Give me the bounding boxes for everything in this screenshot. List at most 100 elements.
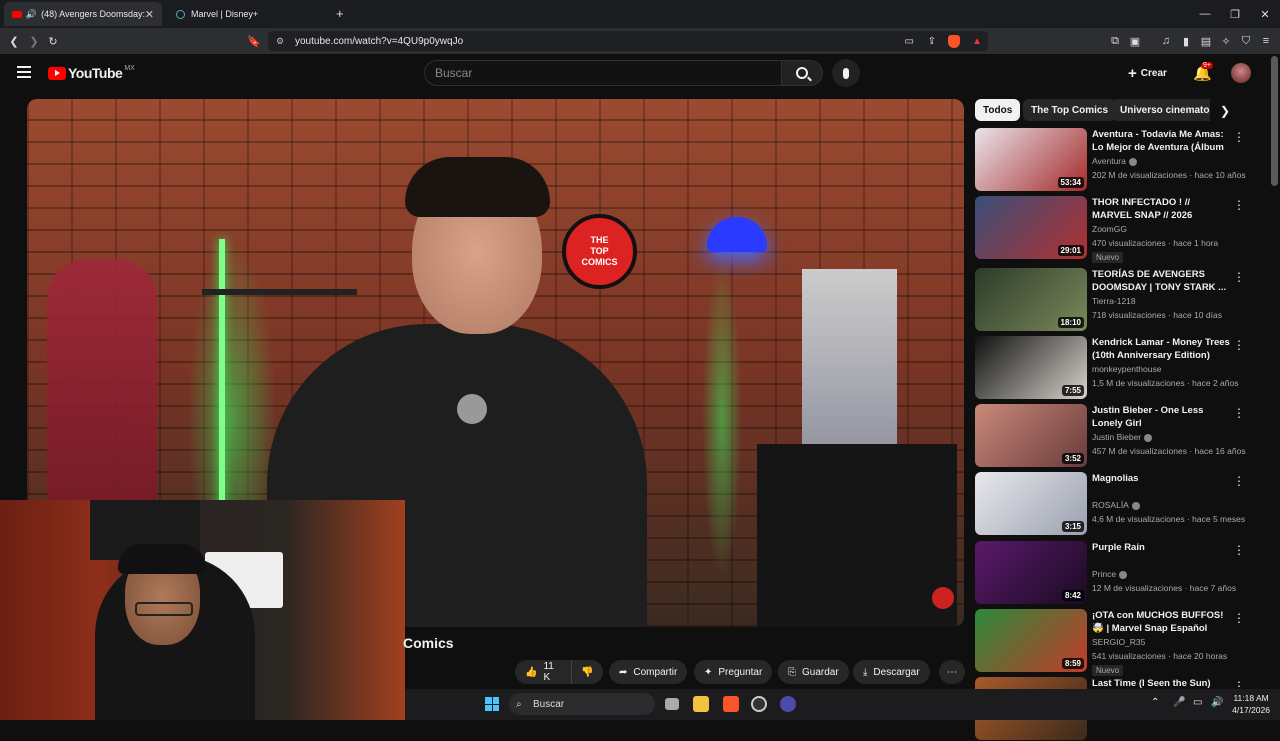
minimize-icon[interactable]: —: [1188, 0, 1222, 28]
brave-shield-icon[interactable]: [948, 34, 960, 48]
tray-chevron-icon[interactable]: ⌃: [1151, 697, 1159, 708]
recommendation-title[interactable]: Kendrick Lamar - Money Trees (10th Anniv…: [1092, 336, 1232, 362]
wallet-icon[interactable]: ▣: [1127, 33, 1143, 49]
search-input[interactable]: Buscar: [424, 60, 782, 86]
menu-icon[interactable]: ≡: [1258, 33, 1274, 49]
more-vertical-icon[interactable]: ⋮: [1233, 338, 1245, 352]
save-button[interactable]: ⎘ Guardar: [778, 660, 849, 684]
tab-disney[interactable]: Marvel | Disney+: [168, 2, 326, 26]
forward-icon[interactable]: ❯: [26, 33, 42, 49]
recommendation-channel[interactable]: Justin Bieber: [1092, 432, 1153, 442]
video-thumbnail[interactable]: 7:55: [975, 336, 1087, 399]
sidebar-icon[interactable]: ▮: [1178, 33, 1194, 49]
tray-mic-icon[interactable]: 🎤: [1173, 697, 1185, 708]
chip-todos[interactable]: Todos: [975, 99, 1021, 121]
video-thumbnail[interactable]: 8:59: [975, 609, 1087, 672]
brave-browser-icon[interactable]: [723, 696, 739, 712]
recommendation-title[interactable]: TEORÍAS DE AVENGERS DOOMSDAY | TONY STAR…: [1092, 268, 1232, 294]
recommendation-title[interactable]: THOR INFECTADO ! // MARVEL SNAP // 2026: [1092, 196, 1232, 222]
leo-ai-icon[interactable]: ✧: [1218, 33, 1234, 49]
recommendation-channel[interactable]: Tierra-1218: [1092, 296, 1136, 306]
avatar[interactable]: [1231, 63, 1251, 83]
video-thumbnail[interactable]: 3:15: [975, 472, 1087, 535]
recommendation-title[interactable]: ¡OTA con MUCHOS BUFFOS! 🤯 | Marvel Snap …: [1092, 609, 1232, 635]
video-thumbnail[interactable]: 29:01: [975, 196, 1087, 259]
more-actions-button[interactable]: ⋯: [939, 660, 965, 684]
recommendation-title[interactable]: Purple Rain: [1092, 541, 1232, 554]
file-explorer-icon[interactable]: [693, 696, 709, 712]
tray-volume-icon[interactable]: 🔊: [1211, 697, 1223, 708]
like-button[interactable]: 👍 11 K: [515, 660, 571, 684]
more-vertical-icon[interactable]: ⋮: [1233, 198, 1245, 212]
brave-rewards-icon[interactable]: ▲: [972, 36, 982, 47]
more-vertical-icon[interactable]: ⋮: [1233, 130, 1245, 144]
video-thumbnail[interactable]: 18:10: [975, 268, 1087, 331]
recommendation-item[interactable]: 7:55 Kendrick Lamar - Money Trees (10th A…: [975, 336, 1265, 400]
more-vertical-icon[interactable]: ⋮: [1233, 406, 1245, 420]
video-thumbnail[interactable]: 8:42: [975, 541, 1087, 604]
recommendation-channel[interactable]: Prince: [1092, 569, 1128, 579]
bookmark-icon[interactable]: 🔖: [246, 33, 262, 49]
dislike-button[interactable]: 👎: [571, 660, 603, 684]
music-icon[interactable]: ♫: [1158, 33, 1174, 49]
system-clock[interactable]: 11:18 AM 4/17/2026: [1232, 692, 1270, 716]
voice-search-button[interactable]: [832, 59, 860, 87]
more-vertical-icon[interactable]: ⋮: [1233, 543, 1245, 557]
sparkle-icon: ✦: [704, 666, 713, 678]
recommendation-channel[interactable]: ROSALÍA: [1092, 500, 1140, 510]
cast-icon[interactable]: ▭: [905, 36, 914, 47]
more-vertical-icon[interactable]: ⋮: [1233, 270, 1245, 284]
create-button[interactable]: + Crear: [1128, 65, 1167, 82]
download-label: Descargar: [873, 666, 920, 678]
task-view-icon[interactable]: [665, 698, 679, 710]
recommendation-channel[interactable]: Aventura: [1092, 156, 1137, 166]
video-thumbnail[interactable]: 3:52: [975, 404, 1087, 467]
recommendation-channel[interactable]: monkeypenthouse: [1092, 364, 1161, 374]
wallet2-icon[interactable]: ▤: [1198, 33, 1214, 49]
tab-youtube[interactable]: 🔊 (48) Avengers Doomsday: NU... ✕: [4, 2, 162, 26]
share-page-icon[interactable]: ⇪: [928, 36, 936, 47]
hamburger-menu-icon[interactable]: [17, 66, 31, 78]
scrollbar[interactable]: [1271, 56, 1278, 186]
back-icon[interactable]: ❮: [6, 33, 22, 49]
new-tab-button[interactable]: +: [336, 6, 344, 21]
share-button[interactable]: ➦ Compartir: [609, 660, 688, 684]
more-vertical-icon[interactable]: ⋮: [1233, 474, 1245, 488]
notifications-button[interactable]: 🔔 9+: [1193, 62, 1213, 83]
search-button[interactable]: [781, 60, 823, 86]
youtube-logo[interactable]: YouTube MX: [48, 65, 135, 81]
recommendation-channel[interactable]: ZoomGG: [1092, 224, 1127, 234]
recommendation-title[interactable]: Justin Bieber - One Less Lonely Girl: [1092, 404, 1232, 430]
reload-icon[interactable]: ↻: [45, 33, 61, 49]
address-bar[interactable]: ⚙ youtube.com/watch?v=4QU9p0ywqJo ▭ ⇪ ▲: [268, 31, 988, 51]
lamp-pole-glow: [702, 259, 742, 579]
recommendation-channel[interactable]: SERGIO_R35: [1092, 637, 1145, 647]
chip-the-top-comics[interactable]: The Top Comics: [1023, 99, 1117, 121]
close-tab-icon[interactable]: ✕: [145, 8, 154, 21]
download-button[interactable]: ⤓ Descargar: [853, 660, 930, 684]
obs-icon[interactable]: [751, 696, 767, 712]
arrow-app-icon[interactable]: [780, 696, 796, 712]
recommendation-item[interactable]: 29:01 THOR INFECTADO ! // MARVEL SNAP // …: [975, 196, 1265, 263]
recommendation-item[interactable]: 8:59 ¡OTA con MUCHOS BUFFOS! 🤯 | Marvel S…: [975, 609, 1265, 676]
ask-button[interactable]: ✦ Preguntar: [694, 660, 773, 684]
chevron-right-icon[interactable]: ❯: [1220, 104, 1230, 118]
close-window-icon[interactable]: ✕: [1248, 0, 1280, 28]
windows-start-icon[interactable]: [485, 697, 499, 711]
extensions-icon[interactable]: ⧉: [1107, 33, 1123, 49]
recommendation-item[interactable]: 8:42 Purple Rain Prince 12 M de visualizaci…: [975, 541, 1265, 605]
recommendation-item[interactable]: 18:10 TEORÍAS DE AVENGERS DOOMSDAY | TONY…: [975, 268, 1265, 332]
chip-universo[interactable]: Universo cinematogr...: [1112, 99, 1210, 121]
recommendation-item[interactable]: 3:15 Magnolias ROSALÍA 4,6 M de visualizaci…: [975, 472, 1265, 536]
site-info-icon[interactable]: ⚙: [276, 36, 284, 47]
recommendation-title[interactable]: Aventura - Todavía Me Amas: Lo Mejor de …: [1092, 128, 1232, 155]
recommendation-item[interactable]: 53:34 Aventura - Todavía Me Amas: Lo Mejo…: [975, 128, 1265, 192]
restore-icon[interactable]: ❐: [1218, 0, 1252, 28]
recommendation-item[interactable]: 3:52 Justin Bieber - One Less Lonely Girl…: [975, 404, 1265, 468]
vpn-icon[interactable]: ⛉: [1238, 33, 1254, 49]
more-vertical-icon[interactable]: ⋮: [1233, 611, 1245, 625]
tray-network-icon[interactable]: ▭: [1193, 697, 1202, 708]
video-thumbnail[interactable]: 53:34: [975, 128, 1087, 191]
taskbar-search[interactable]: ⌕ Buscar: [509, 693, 655, 715]
recommendation-title[interactable]: Magnolias: [1092, 472, 1232, 485]
